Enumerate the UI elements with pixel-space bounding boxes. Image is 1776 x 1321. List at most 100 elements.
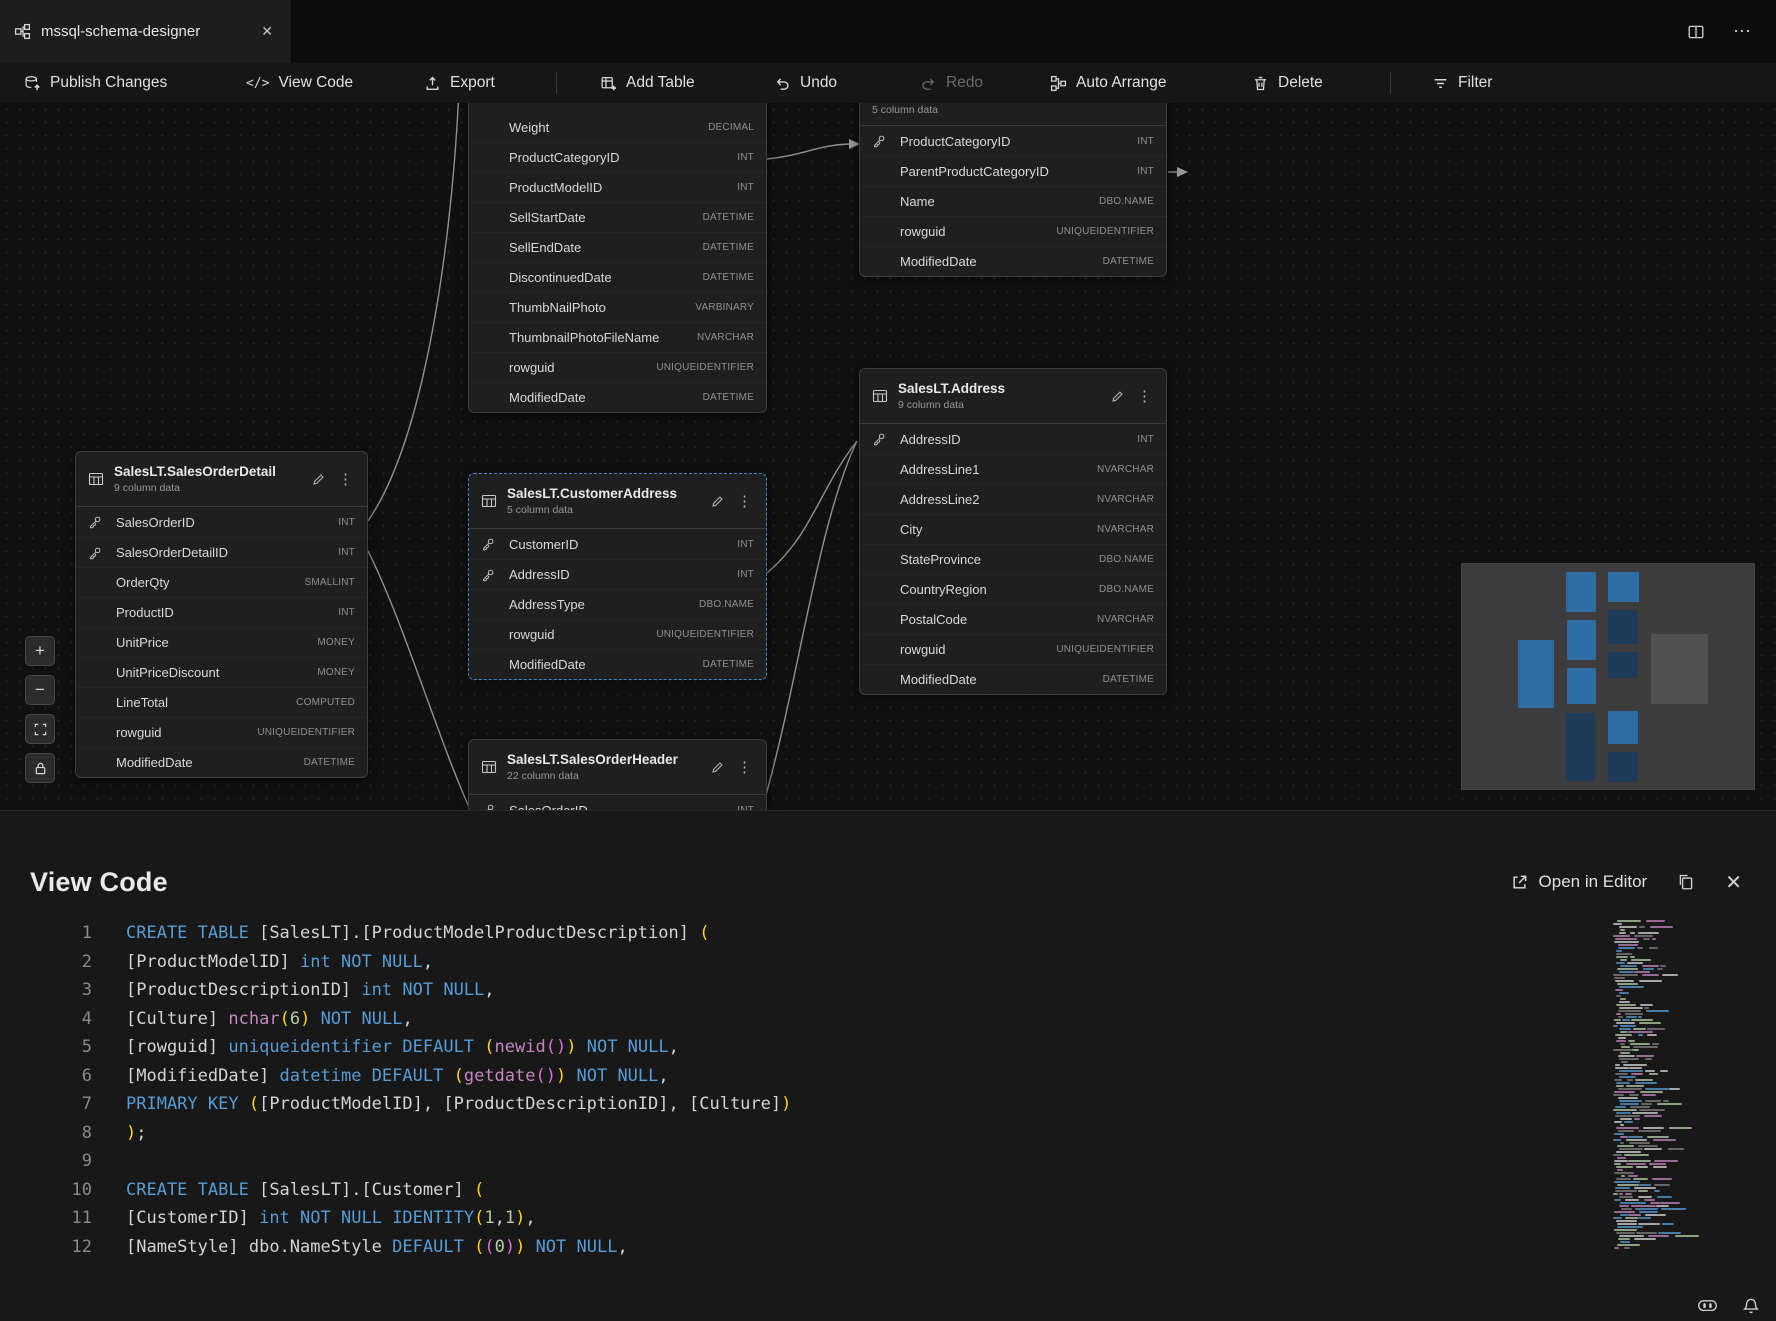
column-row[interactable]: LineTotalCOMPUTED <box>76 687 367 717</box>
column-row[interactable]: rowguidUNIQUEIDENTIFIER <box>469 352 766 382</box>
canvas[interactable]: + − WeightDECIMALProductCategoryIDINTPro… <box>0 103 1776 810</box>
auto-arrange-button[interactable]: Auto Arrange <box>1050 63 1166 103</box>
table-sales-order-header[interactable]: SalesLT.SalesOrderHeader22 column data⋮S… <box>468 739 767 810</box>
fit-view-button[interactable] <box>25 714 55 744</box>
table-header[interactable]: SalesLT.Address9 column data⋮ <box>860 369 1166 424</box>
table-header[interactable]: SalesLT.SalesOrderHeader22 column data⋮ <box>469 740 766 795</box>
column-row[interactable]: rowguidUNIQUEIDENTIFIER <box>469 619 766 649</box>
more-actions-icon[interactable]: ⋯ <box>1733 21 1752 42</box>
open-in-editor-button[interactable]: Open in Editor <box>1510 872 1648 892</box>
table-address[interactable]: SalesLT.Address9 column data⋮AddressIDIN… <box>859 368 1167 695</box>
edit-table-icon[interactable] <box>1111 389 1125 403</box>
column-row[interactable]: ModifiedDateDATETIME <box>469 649 766 679</box>
column-row[interactable]: DiscontinuedDateDATETIME <box>469 262 766 292</box>
column-row[interactable]: SalesOrderIDINT <box>76 507 367 537</box>
column-row[interactable]: ProductCategoryIDINT <box>860 126 1166 156</box>
undo-button[interactable]: Undo <box>774 63 837 103</box>
column-row[interactable]: ProductCategoryIDINT <box>469 142 766 172</box>
status-icons <box>1697 1296 1760 1315</box>
tab-mssql-schema-designer[interactable]: mssql-schema-designer ✕ <box>0 0 292 63</box>
export-button[interactable]: Export <box>424 63 495 103</box>
publish-changes-button[interactable]: Publish Changes <box>24 63 167 103</box>
table-menu-icon[interactable]: ⋮ <box>1135 387 1154 405</box>
column-row[interactable]: CityNVARCHAR <box>860 514 1166 544</box>
column-row[interactable]: ThumbNailPhotoVARBINARY <box>469 292 766 322</box>
code-minimap[interactable] <box>1613 919 1689 1259</box>
code-line: [Culture] nchar(6) NOT NULL, <box>126 1005 1586 1034</box>
column-row[interactable]: ProductModelIDINT <box>469 172 766 202</box>
edit-table-icon[interactable] <box>312 472 326 486</box>
fit-view-icon <box>33 722 48 737</box>
lock-view-button[interactable] <box>25 753 55 783</box>
column-row[interactable]: AddressIDINT <box>469 559 766 589</box>
column-row[interactable]: UnitPriceDiscountMONEY <box>76 657 367 687</box>
close-panel-icon[interactable]: ✕ <box>1725 870 1742 895</box>
table-menu-icon[interactable]: ⋮ <box>735 492 754 510</box>
table-sales-order-detail[interactable]: SalesLT.SalesOrderDetail9 column data⋮Sa… <box>75 451 368 778</box>
table-header[interactable]: 5 column data <box>860 103 1166 126</box>
column-name: rowguid <box>509 627 656 642</box>
column-row[interactable]: ParentProductCategoryIDINT <box>860 156 1166 186</box>
copilot-icon[interactable] <box>1697 1296 1718 1315</box>
column-row[interactable]: OrderQtySMALLINT <box>76 567 367 597</box>
external-link-icon <box>1510 873 1529 892</box>
copy-code-icon[interactable] <box>1677 873 1695 891</box>
column-row[interactable]: SalesOrderDetailIDINT <box>76 537 367 567</box>
minimap-block <box>1566 713 1595 781</box>
editor-tab-bar: mssql-schema-designer ✕ ⋯ <box>0 0 1776 63</box>
column-row[interactable]: rowguidUNIQUEIDENTIFIER <box>860 216 1166 246</box>
column-name: CustomerID <box>509 537 737 552</box>
column-row[interactable]: rowguidUNIQUEIDENTIFIER <box>860 634 1166 664</box>
column-type: COMPUTED <box>296 697 355 708</box>
column-type: DECIMAL <box>708 122 754 133</box>
column-row[interactable]: AddressTypeDBO.NAME <box>469 589 766 619</box>
column-row[interactable]: ModifiedDateDATETIME <box>469 382 766 412</box>
column-row[interactable]: AddressIDINT <box>860 424 1166 454</box>
table-menu-icon[interactable]: ⋮ <box>336 470 355 488</box>
code-line: CREATE TABLE [SalesLT].[Customer] ( <box>126 1176 1586 1205</box>
add-table-button[interactable]: Add Table <box>600 63 695 103</box>
redo-icon <box>920 75 937 92</box>
tab-close-icon[interactable]: ✕ <box>257 21 277 42</box>
minimap-block <box>1608 610 1638 644</box>
filter-button[interactable]: Filter <box>1432 63 1492 103</box>
edit-table-icon[interactable] <box>711 760 725 774</box>
zoom-out-button[interactable]: − <box>25 675 55 705</box>
column-row[interactable]: ModifiedDateDATETIME <box>860 664 1166 694</box>
column-row[interactable]: ModifiedDateDATETIME <box>76 747 367 777</box>
column-row[interactable]: SellEndDateDATETIME <box>469 232 766 262</box>
column-row[interactable]: AddressLine1NVARCHAR <box>860 454 1166 484</box>
table-subtitle: 5 column data <box>872 104 1154 116</box>
code-editor[interactable]: 123456789101112 CREATE TABLE [SalesLT].[… <box>0 919 1776 1321</box>
column-row[interactable]: PostalCodeNVARCHAR <box>860 604 1166 634</box>
column-row[interactable]: ModifiedDateDATETIME <box>860 246 1166 276</box>
column-row[interactable]: NameDBO.NAME <box>860 186 1166 216</box>
canvas-minimap[interactable] <box>1461 563 1755 790</box>
column-row[interactable]: CountryRegionDBO.NAME <box>860 574 1166 604</box>
column-row[interactable]: SalesOrderIDINT <box>469 795 766 810</box>
view-code-button[interactable]: </> View Code <box>246 63 353 103</box>
table-product[interactable]: WeightDECIMALProductCategoryIDINTProduct… <box>468 103 767 413</box>
table-header[interactable]: SalesLT.CustomerAddress5 column data⋮ <box>469 474 766 529</box>
notifications-bell-icon[interactable] <box>1742 1297 1760 1315</box>
table-header[interactable]: SalesLT.SalesOrderDetail9 column data⋮ <box>76 452 367 507</box>
column-row[interactable]: rowguidUNIQUEIDENTIFIER <box>76 717 367 747</box>
table-customer-address[interactable]: SalesLT.CustomerAddress5 column data⋮Cus… <box>468 473 767 680</box>
column-row[interactable]: StateProvinceDBO.NAME <box>860 544 1166 574</box>
column-row[interactable]: AddressLine2NVARCHAR <box>860 484 1166 514</box>
column-row[interactable]: UnitPriceMONEY <box>76 627 367 657</box>
column-row[interactable]: SellStartDateDATETIME <box>469 202 766 232</box>
line-number: 1 <box>0 919 92 948</box>
column-name: Name <box>900 194 1099 209</box>
column-row[interactable]: ProductIDINT <box>76 597 367 627</box>
table-product-category[interactable]: 5 column data ProductCategoryIDINTParentP… <box>859 103 1167 277</box>
tabbar-actions: ⋯ <box>1687 0 1776 63</box>
zoom-in-button[interactable]: + <box>25 636 55 666</box>
split-editor-icon[interactable] <box>1687 23 1705 41</box>
edit-table-icon[interactable] <box>711 494 725 508</box>
table-menu-icon[interactable]: ⋮ <box>735 758 754 776</box>
column-row[interactable]: CustomerIDINT <box>469 529 766 559</box>
delete-button[interactable]: Delete <box>1252 63 1323 103</box>
column-row[interactable]: WeightDECIMAL <box>469 112 766 142</box>
column-row[interactable]: ThumbnailPhotoFileNameNVARCHAR <box>469 322 766 352</box>
